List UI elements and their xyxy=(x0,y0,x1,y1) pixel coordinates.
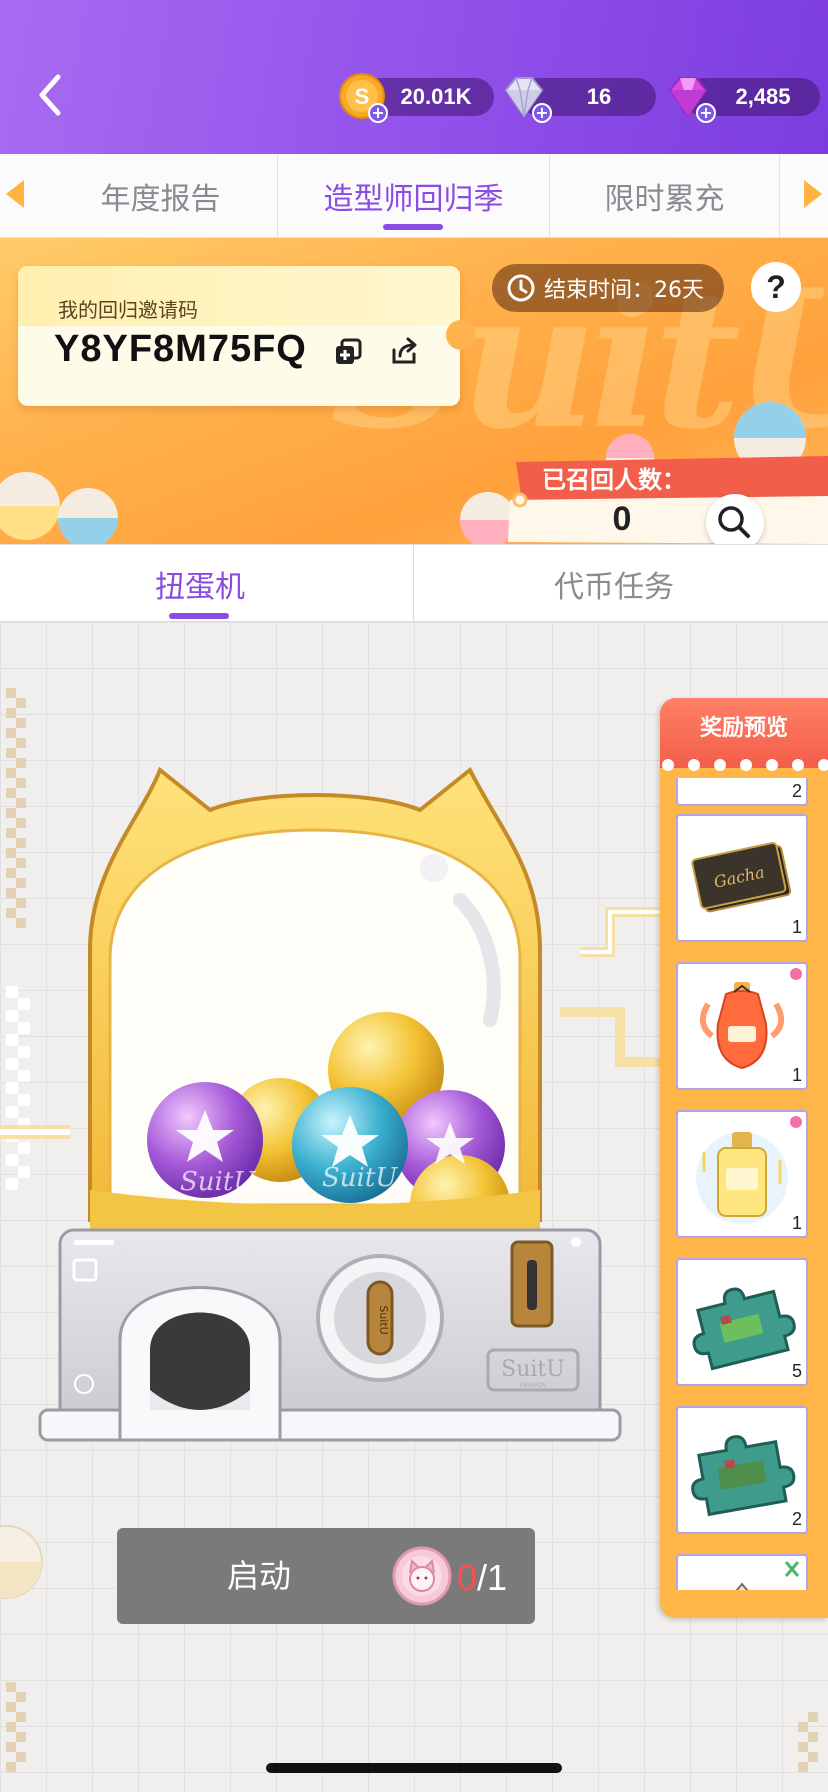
help-button[interactable]: ? xyxy=(751,262,801,312)
clock-icon xyxy=(507,274,535,302)
svg-text:SuitU: SuitU xyxy=(377,1305,390,1334)
gold-coin-value: 20.01K xyxy=(400,84,472,109)
purple-gem-value: 2,485 xyxy=(735,84,791,109)
tab-gacha-machine[interactable]: 扭蛋机 xyxy=(0,545,400,623)
cat-token-icon xyxy=(392,1546,452,1606)
diamond-value: 16 xyxy=(586,84,612,109)
recalled-count-value: 0 xyxy=(612,500,632,538)
end-time-badge: 结束时间：26天 xyxy=(492,264,724,312)
reward-qty: 1 xyxy=(791,917,802,937)
checker-decoration-bottom-left xyxy=(6,1682,26,1772)
reward-header-dots xyxy=(662,759,828,771)
reward-qty: 2 xyxy=(791,1509,802,1529)
sub-tab-bar: 扭蛋机 代币任务 xyxy=(0,544,828,623)
puzzle-piece-icon xyxy=(691,1435,796,1517)
tab-scroll-left-arrow-icon[interactable] xyxy=(0,174,30,214)
reward-qty: 1 xyxy=(791,1213,802,1233)
start-cost: 0/1 xyxy=(457,1528,507,1624)
invite-code-card: 我的回归邀请码 Y8YF8M75FQ xyxy=(18,266,476,406)
home-indicator[interactable] xyxy=(266,1763,562,1773)
ticket-notch xyxy=(446,320,476,350)
tab-active-indicator xyxy=(383,224,443,230)
checker-decoration-bottom-right xyxy=(798,1712,818,1772)
top-tab-bar: 年度报告 造型师回归季 限时累充 xyxy=(0,154,828,238)
tab-label: 造型师回归季 xyxy=(323,182,504,217)
recalled-count-label: 已召回人数： xyxy=(542,466,686,494)
svg-text:SuitU: SuitU xyxy=(322,1163,398,1193)
tab-label: 扭蛋机 xyxy=(155,570,245,605)
tab-label: 代币任务 xyxy=(554,570,674,605)
puzzle-piece-icon xyxy=(692,1287,796,1371)
top-bar: 20.01K S + 16 + 2,485 + xyxy=(0,0,828,154)
svg-text:SuitU: SuitU xyxy=(501,1357,565,1382)
reward-item-partial-bottom[interactable] xyxy=(676,1554,808,1590)
reward-qty: 1 xyxy=(791,1065,802,1085)
decorative-ball-bottom-left xyxy=(0,1525,43,1599)
add-gem-button[interactable]: + xyxy=(696,103,716,123)
gacha-machine-illustration: SuitU SuitU SuitU SuitU FASHION xyxy=(38,766,622,1442)
reward-qty: 2 xyxy=(791,781,802,801)
gold-perfume-icon xyxy=(696,1116,802,1224)
end-time-text: 结束时间：26天 xyxy=(544,278,704,303)
tab-label: 限时累充 xyxy=(604,182,725,217)
reward-item-gold-perfume[interactable]: 1 xyxy=(676,1110,808,1238)
svg-text:S: S xyxy=(355,84,370,109)
sub-tab-active-indicator xyxy=(169,613,229,619)
tab-label: 年度报告 xyxy=(100,182,221,217)
invite-code: Y8YF8M75FQ xyxy=(54,328,307,370)
add-diamond-button[interactable]: + xyxy=(532,103,552,123)
reward-item-puzzle-piece[interactable]: 2 xyxy=(676,1406,808,1534)
token-owned-count: 0 xyxy=(457,1557,478,1598)
svg-text:SuitU: SuitU xyxy=(180,1167,256,1197)
share-icon[interactable] xyxy=(388,336,420,368)
invite-code-label: 我的回归邀请码 xyxy=(58,298,198,322)
tab-scroll-right-arrow-icon[interactable] xyxy=(798,174,828,214)
reward-list[interactable]: 2 Gacha 1 1 1 5 2 xyxy=(676,778,812,1590)
tab-token-tasks[interactable]: 代币任务 xyxy=(414,545,814,623)
svg-text:FASHION: FASHION xyxy=(520,1382,546,1389)
tab-limited-recharge[interactable]: 限时累充 xyxy=(550,154,780,238)
start-button-label: 启动 xyxy=(227,1557,292,1595)
token-required-count: 1 xyxy=(487,1557,508,1598)
orange-perfume-icon xyxy=(699,968,802,1070)
gacha-ticket-icon: Gacha xyxy=(691,841,792,913)
start-gacha-button[interactable]: 启动 0/1 xyxy=(117,1528,535,1624)
recalled-count-panel: 已召回人数： 0 xyxy=(502,456,828,544)
copy-icon[interactable] xyxy=(332,336,364,368)
tab-annual-report[interactable]: 年度报告 xyxy=(44,154,278,238)
reward-item-partial-top[interactable]: 2 xyxy=(676,778,808,806)
reward-qty: 5 xyxy=(791,1361,802,1381)
reward-preview-panel[interactable]: 奖励预览 2 Gacha 1 1 1 5 2 xyxy=(660,698,828,1618)
scissors-icon xyxy=(735,1561,800,1590)
reward-item-gacha-ticket[interactable]: Gacha 1 xyxy=(676,814,808,942)
token-cost-separator: / xyxy=(477,1557,488,1598)
reward-item-puzzle-piece[interactable]: 5 xyxy=(676,1258,808,1386)
add-gold-button[interactable]: + xyxy=(368,103,388,123)
back-button[interactable] xyxy=(30,70,70,120)
chevron-left-icon xyxy=(39,74,61,116)
reward-item-orange-perfume[interactable]: 1 xyxy=(676,962,808,1090)
